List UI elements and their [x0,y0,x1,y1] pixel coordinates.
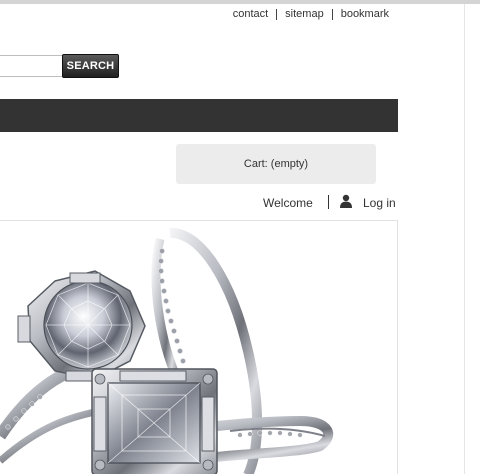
user-icon [340,194,352,208]
login-link[interactable]: Log in [363,196,396,210]
contact-link[interactable]: contact [233,8,268,20]
sitemap-link[interactable]: sitemap [285,8,324,20]
search-button[interactable]: SEARCH [62,54,119,78]
diamond-rings-illustration [0,221,397,474]
link-divider [331,8,333,20]
window-top-border [0,0,480,4]
bookmark-link[interactable]: bookmark [341,8,389,20]
welcome-text: Welcome [263,196,313,210]
header-top-links: contact sitemap bookmark [233,8,389,20]
link-divider [276,8,278,20]
cart-summary[interactable]: Cart: (empty) [176,144,376,184]
hero-image-diamond-rings [0,220,398,474]
account-divider [328,195,329,209]
right-side-panel [464,4,480,474]
search-input[interactable] [0,55,63,77]
cart-label: Cart: (empty) [243,158,309,170]
main-navigation-bar [0,99,398,132]
